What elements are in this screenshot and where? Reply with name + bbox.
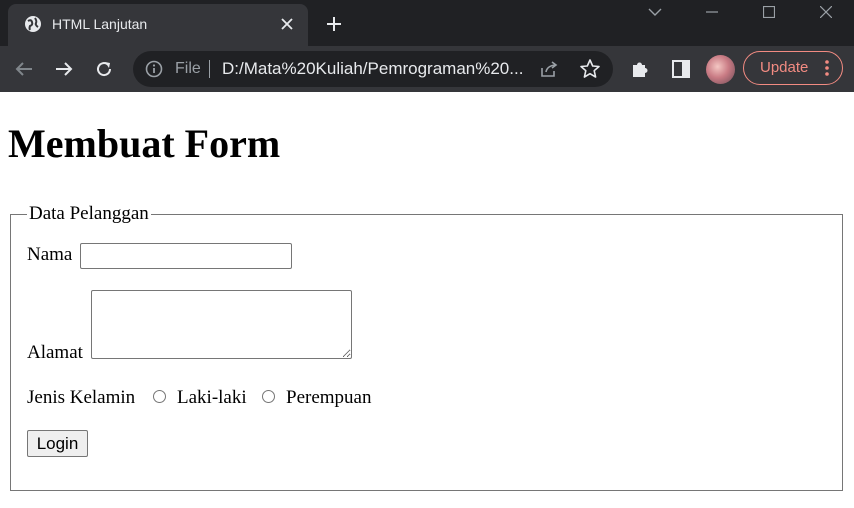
update-button[interactable]: Update	[743, 51, 843, 85]
profile-avatar[interactable]	[706, 55, 735, 84]
perempuan-label[interactable]: Perempuan	[286, 387, 371, 409]
minimize-icon	[706, 11, 718, 13]
tab-html-lanjutan[interactable]: HTML Lanjutan	[8, 4, 308, 46]
nama-input[interactable]	[80, 243, 292, 269]
close-icon	[820, 6, 832, 18]
new-tab-button[interactable]	[322, 12, 346, 36]
back-button[interactable]	[11, 56, 37, 82]
info-icon[interactable]	[145, 60, 163, 78]
browser-titlebar: HTML Lanjutan	[0, 0, 854, 46]
tab-search-button[interactable]	[632, 0, 678, 24]
globe-icon	[25, 16, 41, 32]
plus-icon	[327, 17, 341, 31]
jenis-kelamin-label: Jenis Kelamin	[27, 387, 136, 408]
page-content: Membuat Form Data Pelanggan Nama Alamat …	[0, 92, 854, 508]
fieldset-legend: Data Pelanggan	[29, 203, 149, 224]
maximize-button[interactable]	[746, 0, 792, 24]
maximize-icon	[763, 6, 775, 18]
tab-title: HTML Lanjutan	[52, 16, 148, 32]
browser-toolbar: File D:/Mata%20Kuliah/Pemrograman%20... …	[0, 46, 854, 92]
radio-laki-laki[interactable]	[153, 390, 166, 403]
window-close-button[interactable]	[803, 0, 849, 24]
share-icon[interactable]	[539, 59, 559, 79]
page-title: Membuat Form	[8, 121, 281, 166]
more-vert-icon	[825, 60, 829, 76]
minimize-button[interactable]	[689, 0, 735, 24]
address-bar[interactable]: File D:/Mata%20Kuliah/Pemrograman%20...	[133, 51, 613, 87]
close-icon	[281, 18, 293, 30]
reload-icon	[97, 62, 112, 77]
arrow-left-icon	[15, 62, 32, 76]
login-button[interactable]: Login	[27, 430, 88, 457]
update-label: Update	[760, 59, 809, 76]
scheme-label: File	[175, 60, 201, 77]
url-text[interactable]: D:/Mata%20Kuliah/Pemrograman%20...	[222, 59, 523, 79]
omnibox-divider	[209, 60, 210, 78]
chevron-down-icon	[648, 8, 662, 16]
puzzle-icon	[633, 62, 648, 77]
alamat-textarea[interactable]	[91, 290, 352, 359]
star-icon[interactable]	[579, 58, 601, 80]
extensions-button[interactable]	[628, 57, 652, 81]
radio-perempuan[interactable]	[262, 390, 275, 403]
side-panel-button[interactable]	[669, 57, 693, 81]
side-panel-icon	[672, 60, 690, 78]
nama-label: Nama	[27, 244, 73, 265]
forward-button[interactable]	[51, 56, 77, 82]
laki-laki-label[interactable]: Laki-laki	[177, 387, 247, 409]
arrow-right-icon	[56, 62, 73, 76]
alamat-label: Alamat	[27, 342, 83, 363]
tab-close-button[interactable]	[276, 13, 298, 35]
reload-button[interactable]	[91, 56, 117, 82]
